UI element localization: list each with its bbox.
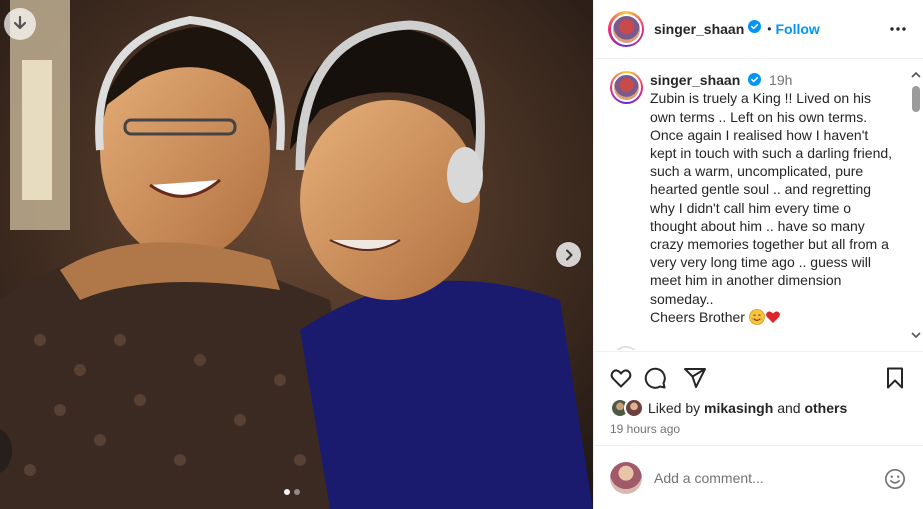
- comments-scroll-area[interactable]: singer_shaan 19h Zubin is truely a King …: [594, 60, 910, 350]
- liked-by-user-link[interactable]: mikasingh: [704, 400, 773, 416]
- carousel-indicator: [284, 489, 300, 495]
- caption-username[interactable]: singer_shaan: [650, 72, 740, 88]
- post-photo: [0, 0, 593, 509]
- action-bar: [608, 365, 908, 391]
- comment-avatar[interactable]: [612, 346, 640, 350]
- scrollbar-thumb[interactable]: [912, 86, 920, 112]
- post-timestamp[interactable]: 19 hours ago: [610, 422, 680, 436]
- liked-connector: and: [777, 400, 801, 416]
- next-slide-button[interactable]: [556, 242, 581, 267]
- photo-image: [0, 0, 593, 509]
- likes-summary: Liked by mikasingh and others: [610, 398, 847, 418]
- more-options-icon[interactable]: [889, 20, 907, 43]
- author-username[interactable]: singer_shaan: [654, 21, 744, 37]
- caption-text: Zubin is truely a King !! Lived on his o…: [650, 90, 893, 325]
- download-icon: [13, 15, 27, 30]
- share-icon[interactable]: [682, 365, 708, 391]
- comments-scrollbar[interactable]: [909, 64, 923, 346]
- chevron-right-icon: [565, 249, 572, 260]
- emoji-icon[interactable]: [884, 468, 906, 495]
- author-avatar[interactable]: [608, 11, 644, 47]
- download-button[interactable]: [4, 8, 36, 40]
- liker-avatar[interactable]: [624, 398, 644, 418]
- post-header: singer_shaan • Follow: [594, 0, 923, 59]
- separator-dot: •: [767, 22, 772, 36]
- carousel-dot: [284, 489, 290, 495]
- caption-time[interactable]: 19h: [769, 72, 792, 88]
- carousel-dot: [294, 489, 300, 495]
- heart-icon[interactable]: [608, 365, 634, 391]
- scroll-up-icon[interactable]: [911, 66, 921, 84]
- scroll-down-icon[interactable]: [911, 326, 921, 344]
- caption: singer_shaan 19h Zubin is truely a King …: [594, 60, 910, 329]
- caption-avatar[interactable]: [610, 71, 643, 104]
- verified-badge-icon: [748, 20, 762, 38]
- comment-input[interactable]: [654, 469, 874, 486]
- smiling-face-emoji: [748, 308, 765, 329]
- bookmark-icon[interactable]: [882, 365, 908, 391]
- post-side-panel: singer_shaan • Follow singer_shaan 19h Z…: [593, 0, 923, 509]
- current-user-avatar: [610, 461, 642, 494]
- liked-by-label: Liked by: [648, 400, 701, 416]
- liked-by-others-link[interactable]: others: [804, 400, 847, 416]
- verified-badge-icon: [748, 73, 762, 89]
- follow-button[interactable]: Follow: [775, 21, 819, 37]
- comment-icon[interactable]: [642, 365, 668, 391]
- red-heart-emoji: [765, 309, 781, 329]
- add-comment-bar: [594, 445, 923, 509]
- post-actions-section: Liked by mikasingh and others 19 hours a…: [594, 351, 923, 445]
- instagram-post-modal: singer_shaan • Follow singer_shaan 19h Z…: [0, 0, 923, 509]
